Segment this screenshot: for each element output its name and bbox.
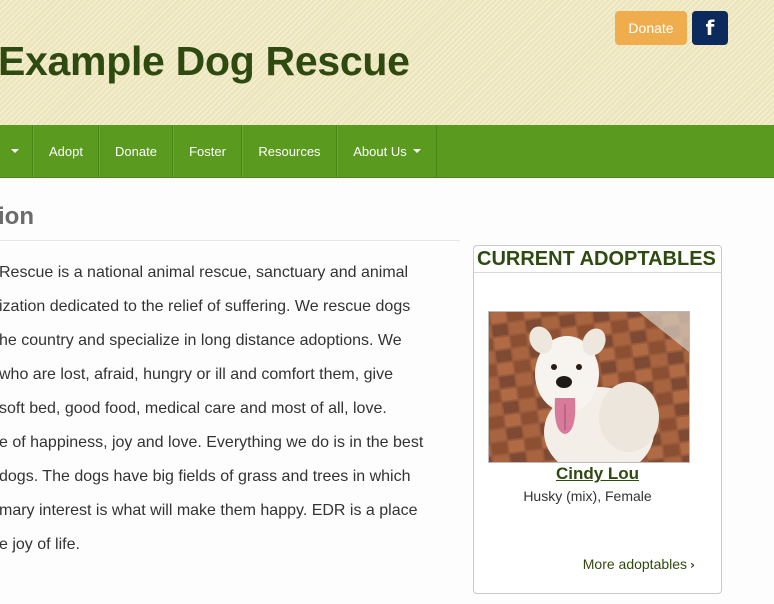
nav-item-label: Foster bbox=[189, 143, 226, 159]
paragraph-line: Rescue is a national animal rescue, sanc… bbox=[0, 264, 409, 281]
paragraph-line: dogs. The dogs have big fields of grass … bbox=[0, 468, 411, 485]
chevron-right-icon: › bbox=[690, 558, 695, 572]
nav-item-resources[interactable]: Resources bbox=[242, 125, 337, 177]
dog-description: Husky (mix), Female bbox=[523, 488, 652, 504]
paragraph-line: he country and specialize in long distan… bbox=[0, 332, 402, 349]
mission-paragraph: Rescue is a national animal rescue, sanc… bbox=[0, 256, 449, 562]
panel-divider bbox=[474, 272, 721, 273]
nav-item-dropdown[interactable] bbox=[0, 125, 33, 177]
page-title: ion bbox=[0, 203, 34, 230]
main-navbar: Adopt Donate Foster Resources About Us bbox=[0, 125, 774, 178]
donate-button[interactable]: Donate bbox=[615, 11, 687, 45]
more-adoptables-label: More adoptables bbox=[582, 556, 688, 572]
nav-item-label: Adopt bbox=[49, 143, 83, 159]
nav-item-adopt[interactable]: Adopt bbox=[33, 125, 99, 177]
paragraph-line: soft bed, good food, medical care and mo… bbox=[0, 400, 387, 417]
dog-photo[interactable] bbox=[488, 311, 690, 463]
site-title[interactable]: Example Dog Rescue bbox=[0, 38, 410, 85]
paragraph-line: ization dedicated to the relief of suffe… bbox=[0, 298, 411, 315]
facebook-icon: f bbox=[705, 16, 715, 40]
panel-title: CURRENT ADOPTABLES bbox=[477, 248, 716, 270]
more-adoptables-link[interactable]: More adoptables › bbox=[583, 556, 695, 572]
nav-item-foster[interactable]: Foster bbox=[173, 125, 242, 177]
nav-item-about-us[interactable]: About Us bbox=[337, 125, 437, 177]
nav-item-label: About Us bbox=[353, 143, 407, 159]
dog-photo-image bbox=[489, 312, 689, 462]
caret-down-icon bbox=[412, 149, 421, 153]
facebook-button[interactable]: f bbox=[692, 11, 728, 45]
paragraph-line: who are lost, afraid, hungry or ill and … bbox=[0, 366, 393, 383]
heading-divider bbox=[0, 240, 460, 241]
paragraph-line: e of happiness, joy and love. Everything… bbox=[0, 434, 424, 451]
nav-item-label: Donate bbox=[115, 143, 157, 159]
nav-item-donate[interactable]: Donate bbox=[99, 125, 173, 177]
adoptables-panel: CURRENT ADOPTABLES Cindy Lou Husky (mix)… bbox=[473, 245, 722, 594]
caret-down-icon bbox=[10, 149, 19, 153]
nav-item-label: Resources bbox=[258, 143, 321, 159]
paragraph-line: mary interest is what will make them hap… bbox=[0, 502, 418, 519]
paragraph-line: e joy of life. bbox=[0, 536, 80, 553]
dog-name-link[interactable]: Cindy Lou bbox=[474, 464, 721, 484]
site-header: Example Dog Rescue Donate f bbox=[0, 0, 774, 125]
